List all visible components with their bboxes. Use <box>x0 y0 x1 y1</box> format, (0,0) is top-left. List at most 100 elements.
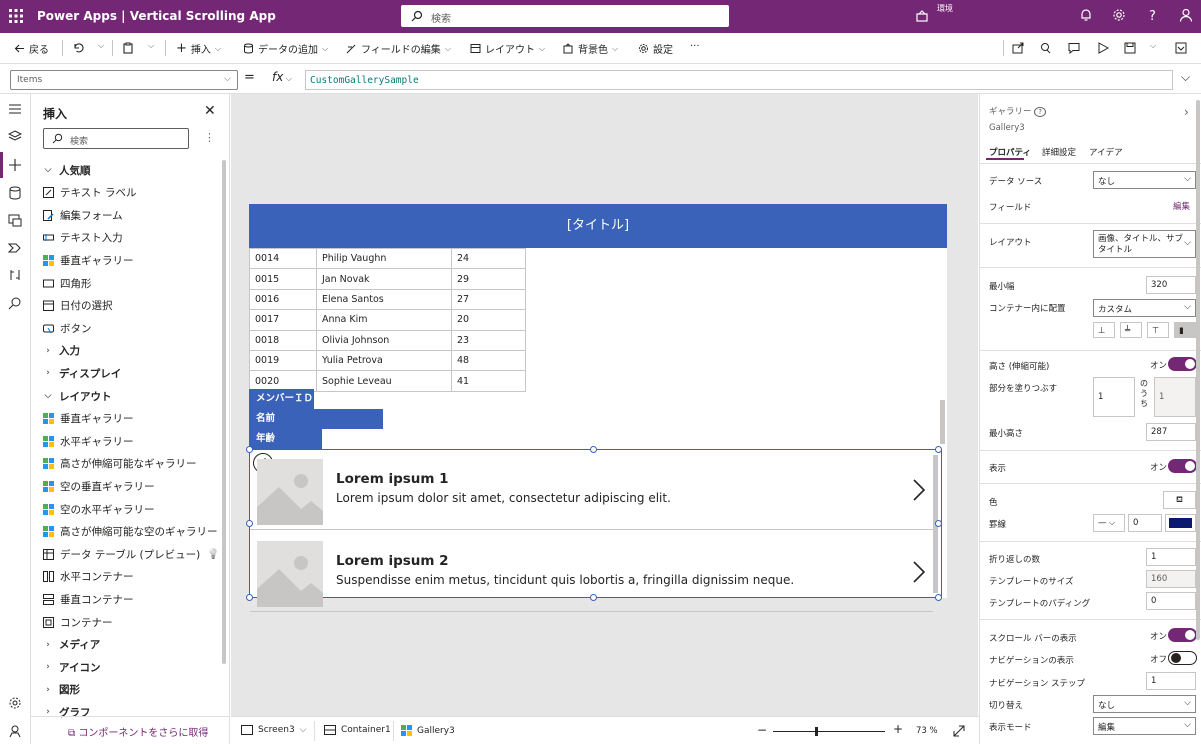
insert-plus-icon[interactable] <box>8 158 22 172</box>
tab-ideas[interactable]: アイデア <box>1089 146 1123 158</box>
resize-handle[interactable] <box>590 446 597 453</box>
edit-fields-button[interactable]: フィールドの編集 ⌵ <box>346 41 451 56</box>
zoom-in-icon[interactable]: + <box>893 722 903 736</box>
back-button[interactable]: 戻る <box>14 41 49 56</box>
virtual-agent-icon[interactable] <box>8 724 22 738</box>
template-padding-input[interactable]: 0 <box>1146 592 1196 610</box>
insert-search-input[interactable]: 検索 <box>43 128 189 149</box>
search-icon[interactable] <box>8 296 22 310</box>
lightbulb-icon[interactable]: 💡 <box>207 549 219 560</box>
insert-item[interactable]: 高さが伸縮可能な空のギャラリー <box>43 522 218 542</box>
table-row[interactable]: 0015 Jan Novak 29 <box>249 268 526 290</box>
resize-handle[interactable] <box>590 594 597 601</box>
undo-dropdown-chevron-icon[interactable]: ⌵ <box>98 41 104 51</box>
transition-dropdown[interactable]: なし ⌵ <box>1093 695 1196 713</box>
fit-to-window-icon[interactable] <box>953 725 965 737</box>
global-search-input[interactable]: 検索 <box>401 5 729 27</box>
scrollbar-toggle[interactable] <box>1168 628 1197 642</box>
clipboard-icon[interactable] <box>122 42 134 54</box>
settings-gear-icon[interactable] <box>1112 8 1126 22</box>
chevron-right-icon[interactable] <box>913 479 925 501</box>
comments-icon[interactable] <box>1068 42 1080 54</box>
insert-item[interactable]: ボタン <box>43 318 92 338</box>
resize-handle[interactable] <box>246 594 253 601</box>
more-commands-button[interactable]: ··· <box>690 41 700 52</box>
layout-dropdown[interactable]: 画像、タイトル、サブ タイトル ⌵ <box>1093 230 1196 258</box>
visible-toggle[interactable] <box>1168 459 1197 473</box>
border-color-button[interactable] <box>1165 514 1196 532</box>
save-icon[interactable] <box>1124 42 1136 54</box>
align-start-button[interactable]: ⊥ <box>1093 322 1115 338</box>
flex-height-toggle[interactable] <box>1168 357 1197 371</box>
fill-color-button[interactable]: ⛾ <box>1163 491 1196 509</box>
insert-category[interactable]: › メディア <box>43 635 100 655</box>
min-width-input[interactable]: 320 <box>1146 276 1196 294</box>
insert-item[interactable]: テキスト ラベル <box>43 183 137 203</box>
notifications-icon[interactable] <box>1079 8 1093 22</box>
layout-button[interactable]: レイアウト ⌵ <box>470 41 545 56</box>
insert-item[interactable]: データ テーブル (プレビュー) 💡 <box>43 544 219 564</box>
gallery-item[interactable]: Lorem ipsum 1 Lorem ipsum dolor sit amet,… <box>250 450 933 530</box>
fill-portions-input[interactable]: 1 <box>1093 377 1135 417</box>
formula-input[interactable]: CustomGallerySample <box>305 70 1173 90</box>
data-cylinder-icon[interactable] <box>8 186 22 200</box>
fx-button[interactable]: fx ⌵ <box>272 70 292 84</box>
insert-item[interactable]: 水平ギャラリー <box>43 431 134 451</box>
add-data-button[interactable]: データの追加 ⌵ <box>243 41 328 56</box>
resize-handle[interactable] <box>935 594 942 601</box>
insert-item[interactable]: 高さが伸縮可能なギャラリー <box>43 454 197 474</box>
insert-category[interactable]: › 入力 <box>43 341 80 361</box>
insert-item[interactable]: 垂直コンテナー <box>43 589 134 609</box>
resize-handle[interactable] <box>246 446 253 453</box>
resize-handle[interactable] <box>935 520 942 527</box>
insert-category[interactable]: ⌵ レイアウト <box>43 386 112 406</box>
header-name[interactable]: 名前 <box>249 409 383 429</box>
member-table[interactable]: 0014 Philip Vaughn 24 0015 Jan Novak 29 0016 El… <box>249 247 526 392</box>
chevron-right-icon[interactable] <box>913 561 925 583</box>
fields-edit-link[interactable]: 編集 <box>1173 200 1190 212</box>
expand-formula-chevron-icon[interactable]: ⌵ <box>1181 70 1190 85</box>
chevron-right-icon[interactable]: › <box>1184 105 1189 119</box>
container-scrollbar[interactable] <box>940 250 945 446</box>
hamburger-menu-icon[interactable] <box>8 103 22 115</box>
insert-item[interactable]: 空の垂直ギャラリー <box>43 476 155 496</box>
properties-scrollbar[interactable] <box>1196 100 1200 640</box>
undo-icon[interactable] <box>72 42 84 54</box>
header-member-id[interactable]: メンバーＩＤ <box>249 389 314 409</box>
table-row[interactable]: 0016 Elena Santos 27 <box>249 288 526 311</box>
publish-icon[interactable] <box>1175 42 1187 54</box>
close-icon[interactable]: ✕ <box>204 103 216 119</box>
tab-advanced[interactable]: 詳細設定 <box>1042 146 1076 158</box>
tab-properties[interactable]: プロパティ <box>989 146 1031 158</box>
align-dropdown[interactable]: カスタム ⌵ <box>1093 299 1196 317</box>
property-select[interactable]: Items ⌵ <box>10 70 238 90</box>
min-height-input[interactable]: 287 <box>1146 423 1196 441</box>
insert-category[interactable]: › 図形 <box>43 680 80 700</box>
breadcrumb-container[interactable]: Container1 <box>324 725 391 735</box>
breadcrumb-gallery[interactable]: Gallery3 <box>401 725 455 736</box>
insert-item[interactable]: 編集フォーム <box>43 205 123 225</box>
nav-step-input[interactable]: 1 <box>1146 672 1196 690</box>
insert-item[interactable]: 水平コンテナー <box>43 567 134 587</box>
app-checker-icon[interactable] <box>1040 42 1052 54</box>
zoom-slider[interactable] <box>773 727 885 736</box>
insert-category[interactable]: ⌵ 人気順 <box>43 160 91 180</box>
insert-category[interactable]: › グラフ <box>43 702 90 722</box>
of-total-input[interactable]: 1 <box>1154 377 1196 417</box>
resize-handle[interactable] <box>246 520 253 527</box>
media-icon[interactable] <box>8 213 22 227</box>
environment-icon[interactable] <box>915 9 929 23</box>
table-row[interactable]: 0018 Olivia Johnson 23 <box>249 329 526 351</box>
waffle-icon[interactable] <box>8 8 24 24</box>
preview-play-icon[interactable] <box>1097 42 1109 54</box>
settings-button[interactable]: 設定 <box>638 41 673 56</box>
navigation-toggle[interactable] <box>1168 651 1197 665</box>
help-icon[interactable]: ? <box>1146 8 1160 22</box>
account-icon[interactable] <box>1179 8 1193 22</box>
gallery3[interactable]: Lorem ipsum 1 Lorem ipsum dolor sit amet,… <box>249 449 942 612</box>
save-dropdown-chevron-icon[interactable]: ⌵ <box>1150 41 1156 51</box>
insert-item[interactable]: コンテナー <box>43 612 113 632</box>
resize-handle[interactable] <box>935 446 942 453</box>
insert-item[interactable]: 日付の選択 <box>43 296 113 316</box>
insert-item[interactable]: 四角形 <box>43 273 92 293</box>
